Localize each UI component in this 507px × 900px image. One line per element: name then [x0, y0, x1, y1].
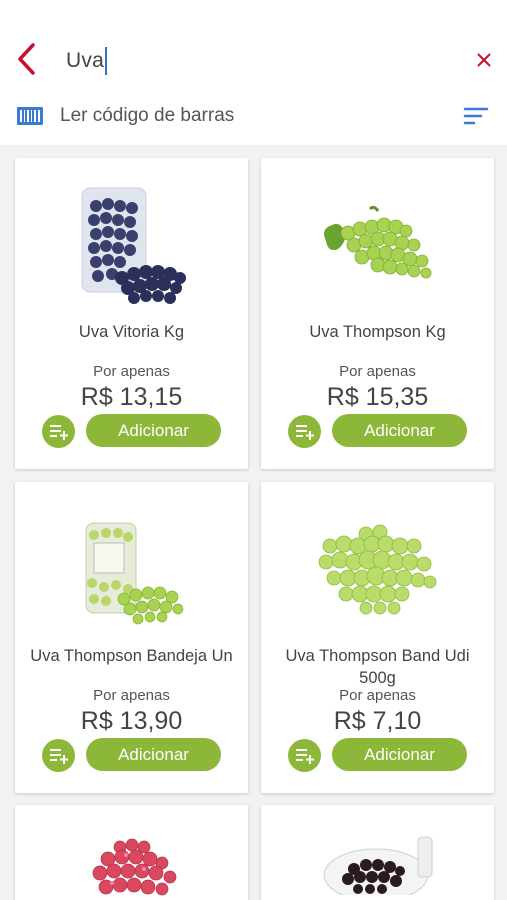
add-to-list-button[interactable]: [288, 415, 321, 448]
playlist-add-icon: [295, 748, 314, 764]
product-image: [15, 500, 248, 640]
product-card[interactable]: [261, 805, 494, 900]
price-prefix: Por apenas: [339, 363, 416, 380]
add-to-list-button[interactable]: [42, 415, 75, 448]
sort-button[interactable]: [463, 105, 489, 127]
search-input[interactable]: Uva: [66, 44, 107, 78]
sort-icon: [463, 107, 489, 125]
product-price: R$ 13,15: [80, 383, 183, 411]
back-arrow-icon: [18, 43, 35, 75]
product-card[interactable]: Uva Vitoria Kg Por apenas R$ 13,15 Adici…: [15, 158, 248, 469]
add-to-list-button[interactable]: [42, 739, 75, 772]
product-price: R$ 7,10: [333, 707, 422, 735]
product-image: [15, 837, 248, 897]
product-card[interactable]: [15, 805, 248, 900]
add-to-cart-button[interactable]: Adicionar: [332, 738, 467, 771]
header: Uva Ler código de barras: [0, 0, 507, 145]
add-to-cart-button[interactable]: Adicionar: [332, 414, 467, 447]
price-prefix: Por apenas: [339, 687, 416, 704]
add-to-list-button[interactable]: [288, 739, 321, 772]
product-image: [15, 176, 248, 316]
playlist-add-icon: [49, 748, 68, 764]
price-prefix: Por apenas: [93, 687, 170, 704]
barcode-label: Ler código de barras: [60, 105, 235, 126]
product-name: Uva Thompson Band Udi 500g: [285, 647, 470, 687]
barcode-scan-row[interactable]: Ler código de barras: [0, 96, 507, 136]
playlist-add-icon: [49, 424, 68, 440]
add-to-cart-button[interactable]: Adicionar: [86, 738, 221, 771]
clear-search-button[interactable]: [471, 46, 497, 74]
product-name: Uva Vitoria Kg: [78, 323, 185, 341]
barcode-icon: [17, 107, 43, 125]
close-icon: [477, 53, 491, 67]
product-name: Uva Thompson Kg: [309, 323, 446, 341]
text-caret: [104, 47, 107, 75]
price-prefix: Por apenas: [93, 363, 170, 380]
product-card[interactable]: Uva Thompson Bandeja Un Por apenas R$ 13…: [15, 482, 248, 793]
product-card[interactable]: Uva Thompson Kg Por apenas R$ 15,35 Adic…: [261, 158, 494, 469]
product-image: [261, 500, 494, 640]
product-price: R$ 13,90: [80, 707, 183, 735]
playlist-add-icon: [295, 424, 314, 440]
product-image: [261, 835, 494, 895]
product-name: Uva Thompson Bandeja Un: [30, 647, 233, 665]
product-card[interactable]: Uva Thompson Band Udi 500g Por apenas R$…: [261, 482, 494, 793]
product-image: [261, 176, 494, 316]
back-button[interactable]: [8, 38, 44, 80]
product-price: R$ 15,35: [326, 383, 429, 411]
search-input-value: Uva: [66, 49, 104, 72]
add-to-cart-button[interactable]: Adicionar: [86, 414, 221, 447]
